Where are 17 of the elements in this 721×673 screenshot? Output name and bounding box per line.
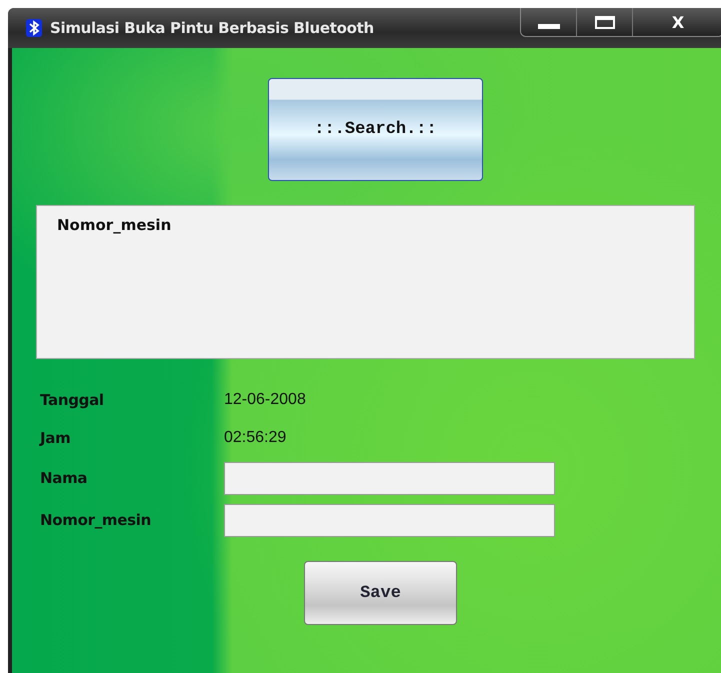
- maximize-button[interactable]: [577, 8, 633, 36]
- input-field[interactable]: [224, 462, 555, 494]
- search-button[interactable]: ::.Search.::: [268, 78, 483, 181]
- list-box[interactable]: Nomor_mesin: [36, 205, 695, 359]
- field-value: 12-06-2008: [224, 391, 306, 409]
- field-label: Nama: [40, 469, 88, 487]
- field-label: Tanggal: [40, 391, 105, 409]
- minimize-button[interactable]: [521, 8, 577, 36]
- bluetooth-icon: [26, 19, 42, 37]
- input-field[interactable]: [224, 504, 555, 536]
- field-label: Nomor_mesin: [40, 511, 152, 529]
- field-value: 02:56:29: [224, 429, 286, 447]
- window-title: Simulasi Buka Pintu Berbasis Bluetooth: [50, 19, 374, 37]
- field-label: Jam: [40, 429, 72, 447]
- list-item[interactable]: Nomor_mesin: [57, 216, 172, 234]
- save-button[interactable]: Save: [304, 561, 457, 625]
- close-button[interactable]: X: [633, 8, 721, 36]
